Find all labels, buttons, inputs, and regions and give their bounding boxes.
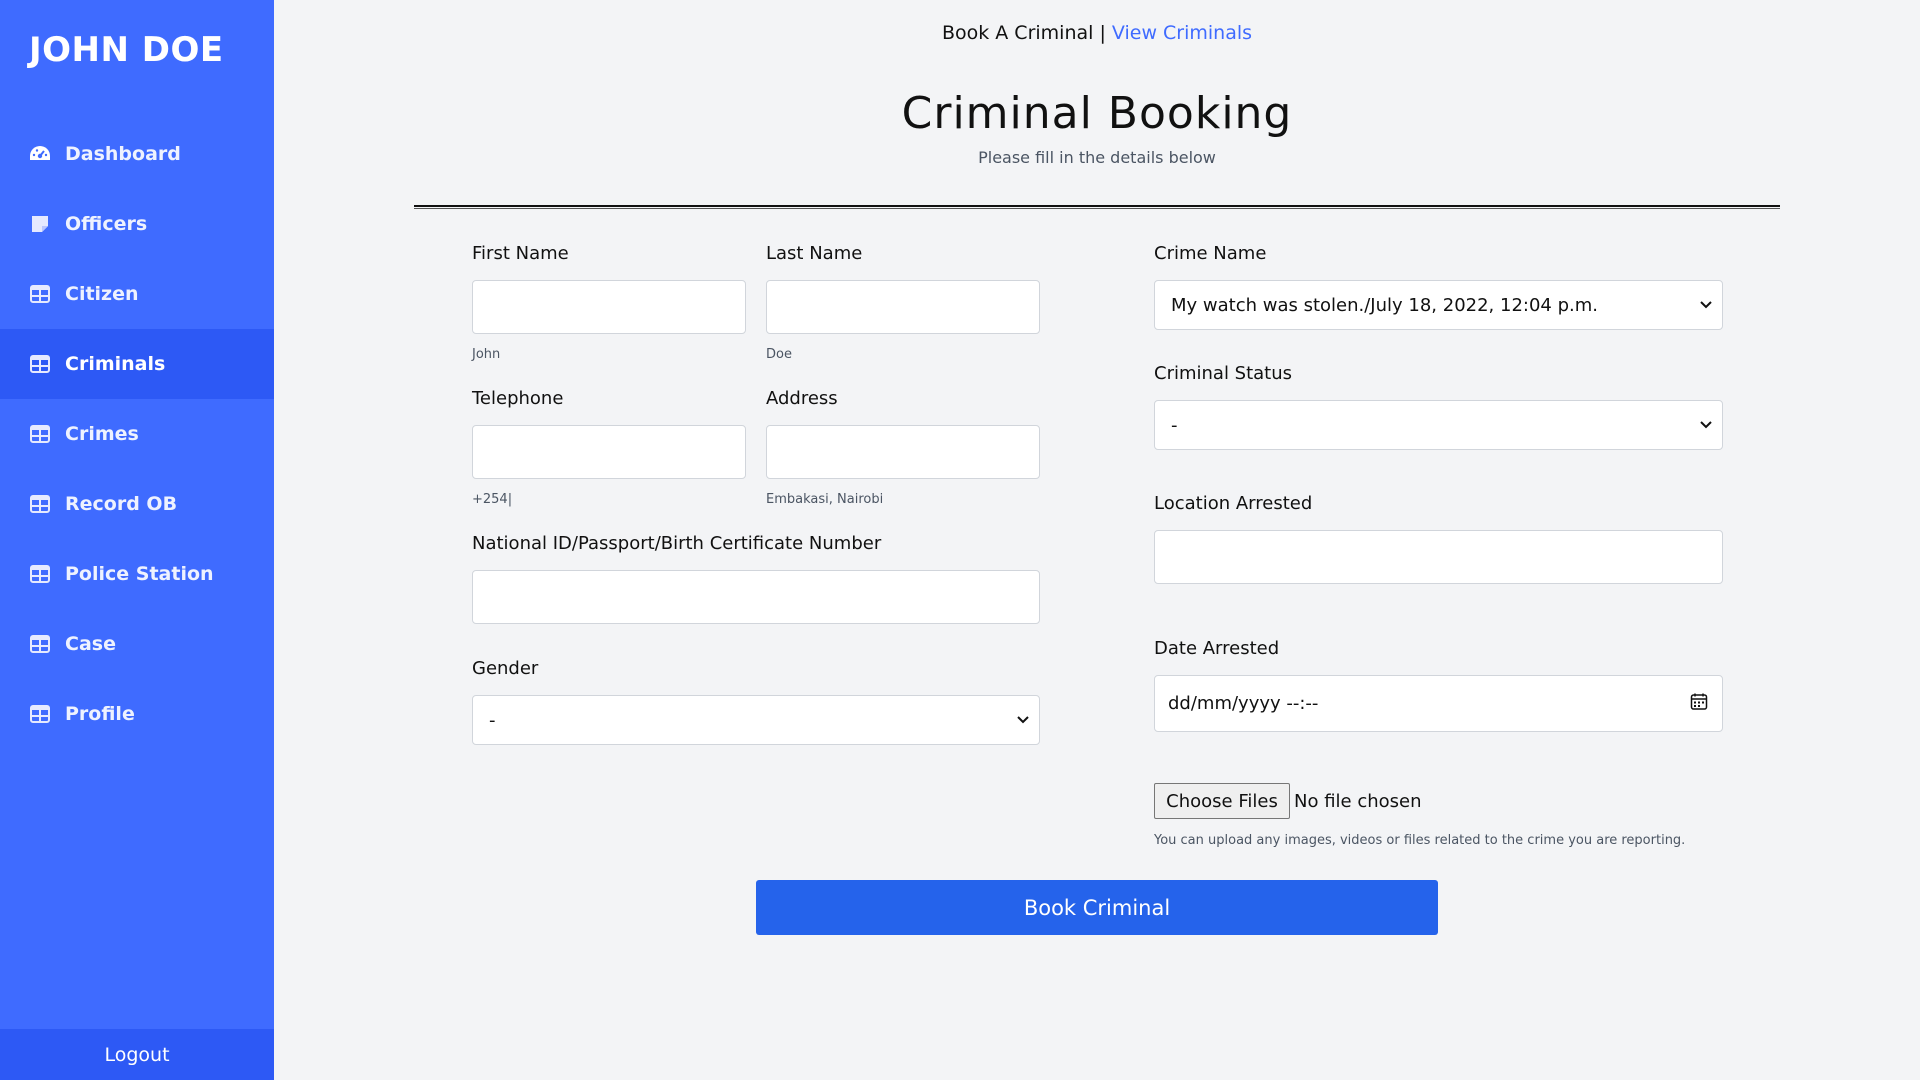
crime-name-selected-value: My watch was stolen./July 18, 2022, 12:0… bbox=[1171, 294, 1598, 316]
first-name-input[interactable] bbox=[472, 280, 746, 334]
sidebar-item-record-ob[interactable]: Record OB bbox=[0, 469, 274, 539]
sidebar-item-criminals[interactable]: Criminals bbox=[0, 329, 274, 399]
date-arrested-input[interactable]: dd/mm/yyyy --:-- bbox=[1154, 675, 1723, 732]
chevron-down-icon bbox=[1017, 713, 1029, 727]
criminal-status-selected-value: - bbox=[1171, 414, 1178, 436]
view-criminals-link[interactable]: View Criminals bbox=[1112, 22, 1252, 44]
sidebar-item-label: Crimes bbox=[65, 423, 139, 445]
table-icon bbox=[29, 354, 51, 374]
top-navigation: Book A Criminal | View Criminals bbox=[274, 22, 1920, 44]
sidebar-item-label: Citizen bbox=[65, 283, 139, 305]
location-arrested-input[interactable] bbox=[1154, 530, 1723, 584]
sidebar-item-police-station[interactable]: Police Station bbox=[0, 539, 274, 609]
sidebar-item-label: Dashboard bbox=[65, 143, 181, 165]
sidebar-item-crimes[interactable]: Crimes bbox=[0, 399, 274, 469]
sidebar-item-label: Police Station bbox=[65, 563, 214, 585]
sidebar-item-case[interactable]: Case bbox=[0, 609, 274, 679]
gender-select[interactable]: - bbox=[472, 695, 1040, 745]
file-upload-help: You can upload any images, videos or fil… bbox=[1154, 833, 1686, 848]
first-name-label: First Name bbox=[472, 243, 569, 264]
chevron-down-icon bbox=[1700, 298, 1712, 312]
criminal-status-label: Criminal Status bbox=[1154, 363, 1293, 384]
address-help: Embakasi, Nairobi bbox=[766, 492, 884, 507]
first-name-help: John bbox=[472, 347, 501, 362]
last-name-help: Doe bbox=[766, 347, 792, 362]
sidebar-item-label: Criminals bbox=[65, 353, 166, 375]
location-arrested-label: Location Arrested bbox=[1154, 493, 1313, 514]
table-icon bbox=[29, 704, 51, 724]
sidebar-item-profile[interactable]: Profile bbox=[0, 679, 274, 749]
sidebar-item-citizen[interactable]: Citizen bbox=[0, 259, 274, 329]
file-status-text: No file chosen bbox=[1294, 791, 1422, 812]
crime-name-select[interactable]: My watch was stolen./July 18, 2022, 12:0… bbox=[1154, 280, 1723, 330]
calendar-icon[interactable] bbox=[1690, 692, 1708, 715]
address-label: Address bbox=[766, 388, 838, 409]
national-id-label: National ID/Passport/Birth Certificate N… bbox=[472, 533, 882, 554]
sidebar-item-label: Officers bbox=[65, 213, 148, 235]
sticky-note-icon bbox=[29, 214, 51, 234]
main-content: Book A Criminal | View Criminals Crimina… bbox=[274, 0, 1920, 1080]
sidebar-item-dashboard[interactable]: Dashboard bbox=[0, 119, 274, 189]
date-arrested-label: Date Arrested bbox=[1154, 638, 1280, 659]
national-id-input[interactable] bbox=[472, 570, 1040, 624]
header-divider bbox=[414, 205, 1780, 209]
current-page-label: Book A Criminal bbox=[941, 22, 1094, 44]
table-icon bbox=[29, 634, 51, 654]
date-arrested-placeholder: dd/mm/yyyy --:-- bbox=[1168, 693, 1319, 714]
telephone-help: +254| bbox=[472, 492, 513, 507]
choose-files-button[interactable]: Choose Files bbox=[1154, 783, 1290, 819]
page-subtitle: Please fill in the details below bbox=[978, 148, 1216, 167]
telephone-label: Telephone bbox=[472, 388, 564, 409]
table-icon bbox=[29, 284, 51, 304]
last-name-input[interactable] bbox=[766, 280, 1040, 334]
chevron-down-icon bbox=[1700, 418, 1712, 432]
criminal-status-select[interactable]: - bbox=[1154, 400, 1723, 450]
sidebar-item-officers[interactable]: Officers bbox=[0, 189, 274, 259]
table-icon bbox=[29, 424, 51, 444]
gender-selected-value: - bbox=[489, 709, 496, 731]
table-icon bbox=[29, 494, 51, 514]
sidebar-item-label: Profile bbox=[65, 703, 135, 725]
brand-name: JOHN DOE bbox=[29, 30, 224, 70]
table-icon bbox=[29, 564, 51, 584]
sidebar-item-label: Record OB bbox=[65, 493, 178, 515]
dashboard-icon bbox=[29, 144, 51, 164]
nav-separator: | bbox=[1093, 22, 1112, 44]
sidebar: JOHN DOE Dashboard Officers Citizen Crim… bbox=[0, 0, 274, 1080]
address-input[interactable] bbox=[766, 425, 1040, 479]
page-title: Criminal Booking bbox=[901, 88, 1293, 139]
telephone-input[interactable] bbox=[472, 425, 746, 479]
last-name-label: Last Name bbox=[766, 243, 863, 264]
gender-label: Gender bbox=[472, 658, 539, 679]
crime-name-label: Crime Name bbox=[1154, 243, 1267, 264]
logout-button[interactable]: Logout bbox=[0, 1029, 274, 1080]
book-criminal-button[interactable]: Book Criminal bbox=[756, 880, 1438, 935]
sidebar-item-label: Case bbox=[65, 633, 116, 655]
